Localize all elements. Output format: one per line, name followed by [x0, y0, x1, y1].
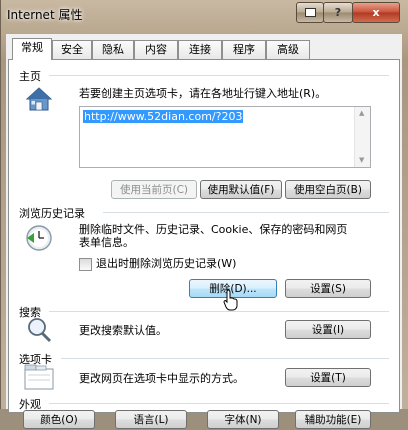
fonts-button[interactable]: 字体(N): [207, 410, 279, 429]
tabs-description: 更改网页在选项卡中显示的方式。: [79, 372, 244, 385]
history-divider: [103, 212, 389, 213]
tab-programs[interactable]: 程序: [222, 40, 266, 59]
internet-properties-window: Internet 属性 ? x 常规 安全 隐私 内容 连接 程序 高级 主页: [0, 0, 408, 429]
homepage-url-textarea[interactable]: http://www.52dian.com/?203 ▲ ▼: [79, 106, 371, 168]
history-clock-icon: [26, 225, 52, 251]
restore-icon: [304, 8, 316, 17]
search-icon: [28, 318, 52, 343]
use-current-button[interactable]: 使用当前页(C): [111, 180, 197, 199]
use-blank-button[interactable]: 使用空白页(B): [285, 180, 371, 199]
homepage-description: 若要创建主页选项卡，请在各地址行键入地址(R)。: [79, 87, 327, 100]
restore-button[interactable]: [296, 2, 324, 23]
homepage-divider: [49, 75, 389, 76]
history-settings-button[interactable]: 设置(S): [285, 279, 371, 298]
tab-connections[interactable]: 连接: [178, 40, 222, 59]
tab-general[interactable]: 常规: [12, 38, 52, 60]
tab-advanced[interactable]: 高级: [266, 40, 310, 59]
search-settings-button[interactable]: 设置(I): [285, 320, 371, 339]
scroll-down-icon[interactable]: ▼: [359, 156, 364, 164]
search-description: 更改搜索默认值。: [79, 324, 167, 337]
window-title: Internet 属性: [7, 8, 83, 22]
general-tab-panel: 主页 若要创建主页选项卡，请在各地址行键入地址(R)。 http://www.5…: [8, 59, 400, 429]
colors-button[interactable]: 颜色(O): [23, 410, 95, 429]
delete-on-exit-label[interactable]: 退出时删除浏览历史记录(W): [96, 257, 236, 270]
dialog-body: 常规 安全 隐私 内容 连接 程序 高级 主页 若要创建主页选项卡，请在各地址行…: [6, 34, 402, 429]
delete-on-exit-checkbox[interactable]: [79, 258, 92, 271]
search-divider: [49, 311, 389, 312]
homepage-group-title: 主页: [19, 70, 41, 83]
home-icon: [25, 87, 53, 111]
homepage-url: http://www.52dian.com/?203: [83, 110, 244, 123]
appearance-divider: [49, 403, 389, 404]
languages-button[interactable]: 语言(L): [115, 410, 187, 429]
history-group-title: 浏览历史记录: [19, 207, 85, 220]
tab-privacy[interactable]: 隐私: [92, 40, 134, 59]
tab-content[interactable]: 内容: [134, 40, 178, 59]
use-default-button[interactable]: 使用默认值(F): [200, 180, 282, 199]
tab-security[interactable]: 安全: [52, 40, 92, 59]
tabs-settings-button[interactable]: 设置(T): [285, 368, 371, 387]
history-description-line2: 表单信息。: [79, 236, 134, 249]
help-button[interactable]: ?: [323, 2, 353, 23]
tabbed-browsing-icon: [24, 364, 54, 390]
title-bar[interactable]: Internet 属性 ? x: [1, 0, 408, 34]
close-button[interactable]: x: [352, 2, 400, 23]
accessibility-button[interactable]: 辅助功能(E): [295, 410, 371, 429]
tabs-divider: [61, 358, 389, 359]
homepage-scrollbar[interactable]: ▲ ▼: [354, 107, 370, 167]
scroll-up-icon[interactable]: ▲: [359, 109, 364, 117]
history-description-line1: 删除临时文件、历史记录、Cookie、保存的密码和网页: [79, 223, 348, 236]
mouse-cursor-icon: [223, 289, 238, 311]
